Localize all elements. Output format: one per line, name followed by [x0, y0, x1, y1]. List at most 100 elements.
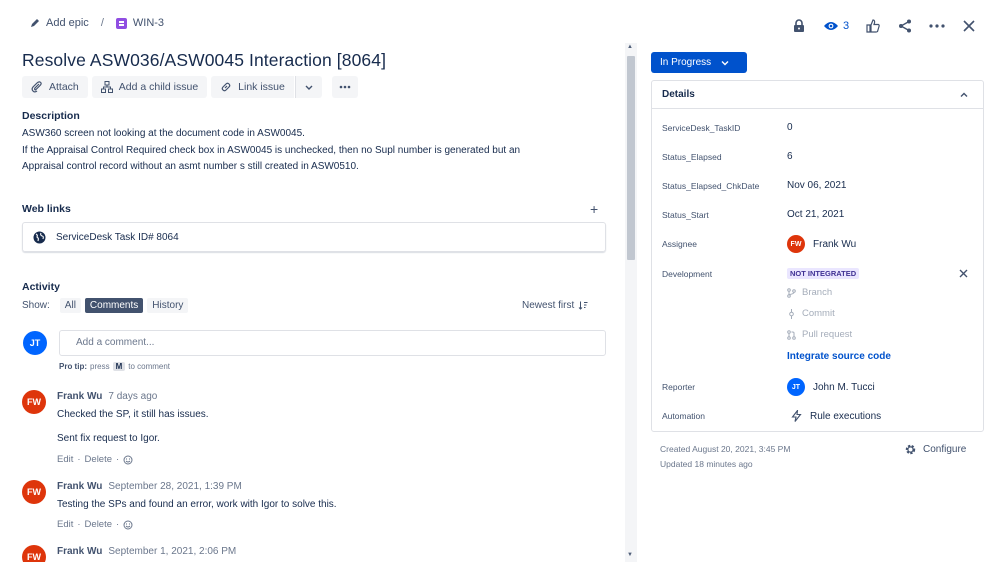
field-status-elapsed-chkdate: Status_Elapsed_ChkDate Nov 06, 2021 — [662, 177, 982, 197]
field-assignee: Assignee FW Frank Wu — [662, 235, 982, 255]
close-button[interactable] — [953, 14, 985, 38]
author-avatar[interactable]: FW — [22, 545, 46, 562]
more-toolbar-button[interactable] — [331, 76, 358, 98]
watch-button[interactable]: 3 — [815, 14, 857, 38]
lock-icon — [794, 19, 804, 32]
gear-icon — [905, 444, 916, 455]
dev-commit: Commit — [787, 308, 835, 319]
field-value[interactable]: 6 — [787, 151, 793, 162]
comment-time[interactable]: 7 days ago — [108, 391, 157, 402]
field-value[interactable]: Oct 21, 2021 — [787, 209, 844, 220]
comment-header: Frank Wu 7 days ago — [57, 391, 157, 402]
reporter-value[interactable]: JT John M. Tucci — [787, 378, 875, 396]
comment-time[interactable]: September 28, 2021, 1:39 PM — [108, 481, 241, 492]
scroll-up-arrow[interactable]: ▲ — [627, 44, 633, 50]
status-label: In Progress — [660, 57, 712, 68]
commit-icon — [789, 308, 794, 319]
field-automation: Automation Rule executions — [662, 407, 982, 427]
link-issue-button[interactable]: Link issue — [211, 76, 294, 98]
filter-all[interactable]: All — [59, 298, 81, 313]
add-web-link-button[interactable]: + — [590, 201, 598, 217]
reporter-name: John M. Tucci — [813, 381, 875, 393]
field-label: Assignee — [662, 239, 697, 249]
breadcrumb-separator: / — [100, 17, 104, 29]
issue-title[interactable]: Resolve ASW036/ASW0045 Interaction [8064… — [22, 50, 386, 71]
description-line: Appraisal control record without an asmt… — [22, 161, 359, 172]
pro-tip: Pro tip: press M to comment — [59, 362, 170, 371]
integrate-source-code-link[interactable]: Integrate source code — [787, 351, 891, 362]
filter-comments[interactable]: Comments — [84, 298, 144, 313]
branch-label: Branch — [802, 287, 833, 298]
protip-suffix: to comment — [128, 362, 171, 371]
updated-timestamp: Updated 18 minutes ago — [660, 459, 753, 469]
add-child-label: Add a child issue — [118, 81, 199, 93]
comment-author[interactable]: Frank Wu — [57, 546, 102, 557]
delete-comment-button[interactable]: Delete — [85, 454, 112, 465]
delete-comment-button[interactable]: Delete — [85, 519, 112, 530]
comment-body-line: Checked the SP, it still has issues. — [57, 409, 209, 420]
chevron-down-icon — [721, 60, 729, 65]
comment-header: Frank Wu September 28, 2021, 1:39 PM — [57, 481, 242, 492]
add-epic-link[interactable]: Add epic — [30, 17, 89, 29]
scrollbar-thumb[interactable] — [627, 56, 635, 260]
protip-press: press — [90, 362, 110, 371]
sort-icon — [578, 301, 588, 310]
pencil-icon — [31, 19, 39, 27]
edit-comment-button[interactable]: Edit — [57, 519, 73, 530]
automation-label: Rule executions — [810, 410, 882, 422]
lightning-icon — [791, 410, 802, 422]
comment-author[interactable]: Frank Wu — [57, 391, 102, 402]
add-child-issue-button[interactable]: Add a child issue — [91, 76, 208, 98]
status-button[interactable]: In Progress — [651, 52, 747, 73]
author-avatar[interactable]: FW — [22, 390, 46, 414]
comment-item: FW Frank Wu September 28, 2021, 1:39 PM … — [22, 480, 612, 536]
field-value[interactable]: 0 — [787, 122, 793, 133]
vote-button[interactable] — [857, 14, 889, 38]
pull-request-label: Pull request — [802, 329, 853, 340]
issue-key-link[interactable]: WIN-3 — [115, 17, 164, 29]
scroll-down-arrow[interactable]: ▼ — [627, 552, 633, 558]
chevron-up-icon — [960, 92, 968, 97]
add-comment-input[interactable]: Add a comment... — [59, 330, 606, 356]
more-actions-button[interactable] — [921, 14, 953, 38]
comment-author[interactable]: Frank Wu — [57, 481, 102, 492]
close-icon[interactable] — [959, 269, 968, 278]
add-reaction-icon[interactable] — [123, 520, 133, 530]
details-header[interactable]: Details — [652, 81, 983, 109]
comment-body-line: Sent fix request to Igor. — [57, 433, 160, 444]
dev-branch: Branch — [787, 287, 832, 298]
automation-value[interactable]: Rule executions — [787, 410, 881, 422]
comment-time[interactable]: September 1, 2021, 2:06 PM — [108, 546, 236, 557]
link-issue-label: Link issue — [238, 81, 285, 93]
sort-toggle[interactable]: Newest first — [522, 300, 588, 311]
add-reaction-icon[interactable] — [123, 455, 133, 465]
details-panel: Details ServiceDesk_TaskID 0 Status_Elap… — [651, 80, 984, 432]
attach-button[interactable]: Attach — [22, 76, 88, 98]
field-label: Status_Elapsed_ChkDate — [662, 181, 760, 191]
edit-comment-button[interactable]: Edit — [57, 454, 73, 465]
child-issue-icon — [100, 81, 113, 93]
description-line: If the Appraisal Control Required check … — [22, 144, 521, 156]
protip-key: M — [112, 362, 126, 371]
configure-button[interactable]: Configure — [904, 443, 966, 456]
thumbs-up-icon — [866, 19, 880, 33]
filter-history[interactable]: History — [147, 298, 189, 313]
current-user-avatar[interactable]: JT — [23, 331, 47, 355]
description-body[interactable]: ASW360 screen not looking at the documen… — [22, 126, 612, 176]
share-button[interactable] — [889, 14, 921, 38]
dev-pull-request: Pull request — [787, 329, 852, 340]
lock-button[interactable] — [783, 14, 815, 38]
separator-dot: · — [77, 454, 81, 465]
author-avatar[interactable]: FW — [22, 480, 46, 504]
watch-count: 3 — [842, 20, 850, 32]
link-issue-dropdown[interactable] — [294, 76, 322, 98]
globe-icon — [33, 231, 46, 243]
field-value[interactable]: Nov 06, 2021 — [787, 180, 847, 191]
chevron-down-icon — [305, 85, 313, 90]
web-link-text: ServiceDesk Task ID# 8064 — [56, 231, 179, 243]
field-reporter: Reporter JT John M. Tucci — [662, 378, 982, 398]
field-label: Automation — [662, 411, 705, 421]
web-link-item[interactable]: ServiceDesk Task ID# 8064 — [22, 222, 606, 252]
assignee-value[interactable]: FW Frank Wu — [787, 235, 856, 253]
comment-item: FW Frank Wu September 1, 2021, 2:06 PM — [22, 545, 612, 562]
